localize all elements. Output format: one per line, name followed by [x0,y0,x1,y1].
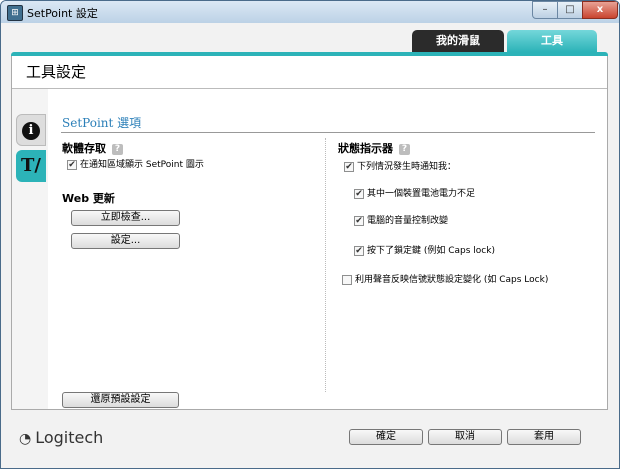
window-title: SetPoint 設定 [27,7,98,20]
software-access-title: 軟體存取 [62,142,106,155]
tools-icon: T/ [21,155,41,176]
sound-feedback-checkbox[interactable]: 利用聲音反映信號狀態設定變化 (如 Caps Lock) [342,274,548,287]
restore-defaults-button[interactable]: 還原預設設定 [62,392,179,408]
volume-change-checkbox[interactable]: 電腦的音量控制改變 [354,215,448,228]
show-tray-icon-checkbox[interactable]: 在通知區域顯示 SetPoint 圖示 [67,159,204,172]
info-icon: i [22,122,40,140]
help-icon[interactable]: ? [112,143,123,155]
logitech-mark-icon: ◔ [19,431,32,447]
status-indicator-title: 狀態指示器 [338,142,393,155]
logo-text: Logitech [35,428,104,447]
show-tray-icon-label: 在通知區域顯示 SetPoint 圖示 [80,160,204,170]
column-divider [325,138,326,392]
checkbox-icon [342,275,352,285]
battery-low-label: 其中一個裝置電池電力不足 [367,189,476,199]
tab-tools[interactable]: 工具 [507,30,597,52]
battery-low-checkbox[interactable]: 其中一個裝置電池電力不足 [354,188,475,201]
lock-key-checkbox[interactable]: 按下了鎖定鍵 (例如 Caps lock) [354,245,495,258]
header-divider [12,88,607,89]
web-update-title: Web 更新 [62,192,115,205]
close-button[interactable]: x [582,1,618,19]
sound-feedback-label: 利用聲音反映信號狀態設定變化 (如 Caps Lock) [355,275,549,285]
notify-me-checkbox[interactable]: 下列情況發生時通知我： [344,161,456,174]
tools-panel: 工具設定 i T/ SetPoint 選項 軟體存取? 在通知區域顯示 SetP… [11,56,608,410]
status-indicator-group: 狀態指示器? [338,140,410,156]
tab-my-mouse[interactable]: 我的滑鼠 [412,30,504,52]
section-divider [61,132,595,133]
logitech-logo: ◔ Logitech [19,428,103,448]
volume-change-label: 電腦的音量控制改變 [367,216,449,226]
side-tab-info[interactable]: i [16,114,46,146]
window-body: 我的滑鼠 工具 工具設定 i T/ SetPoint 選項 軟體存取? 在通知區… [1,23,619,468]
side-tab-tools[interactable]: T/ [16,150,46,182]
title-bar[interactable]: ⊞ SetPoint 設定 – □ x [1,1,619,23]
checkbox-icon [354,246,364,256]
lock-key-label: 按下了鎖定鍵 (例如 Caps lock) [367,246,495,256]
checkbox-icon [67,160,77,170]
setpoint-app-icon: ⊞ [7,5,23,21]
cancel-button[interactable]: 取消 [428,429,502,445]
setpoint-window: ⊞ SetPoint 設定 – □ x 我的滑鼠 工具 工具設定 i T/ Se… [0,0,620,469]
maximize-button[interactable]: □ [557,1,583,19]
check-now-button[interactable]: 立即檢查... [71,210,180,226]
checkbox-icon [344,162,354,172]
checkbox-icon [354,189,364,199]
software-access-group: 軟體存取? [62,140,123,156]
checkbox-icon [354,216,364,226]
section-title: SetPoint 選項 [62,116,142,130]
notify-me-label: 下列情況發生時通知我： [357,162,457,172]
minimize-button[interactable]: – [532,1,558,19]
apply-button[interactable]: 套用 [507,429,581,445]
help-icon[interactable]: ? [399,143,410,155]
update-settings-button[interactable]: 設定... [71,233,180,249]
ok-button[interactable]: 確定 [349,429,423,445]
page-title: 工具設定 [26,63,87,81]
